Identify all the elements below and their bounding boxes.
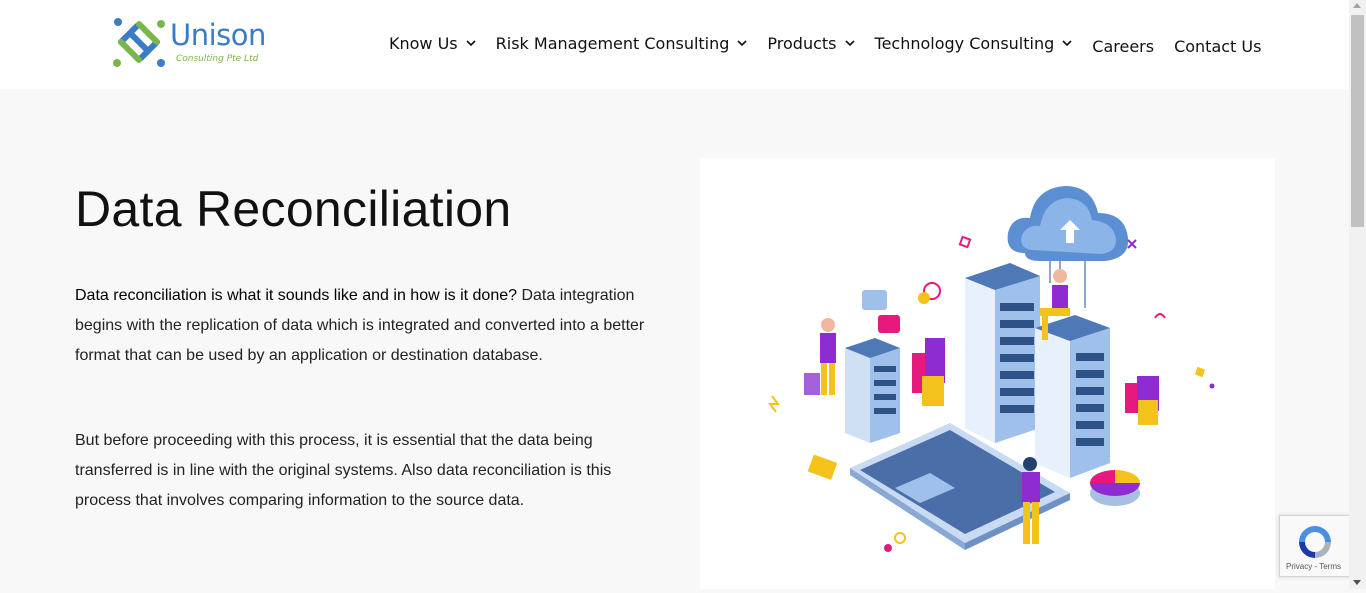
site-header: Unison Consulting Pte Ltd Know Us Risk M… xyxy=(0,0,1349,89)
nav-item-technology-consulting[interactable]: Technology Consulting xyxy=(875,34,1073,53)
nav-item-label: Technology Consulting xyxy=(874,33,1055,53)
vertical-scrollbar[interactable] xyxy=(1349,0,1366,589)
nav-item-products[interactable]: Products xyxy=(767,33,855,53)
chevron-down-icon xyxy=(1062,40,1072,47)
pie-chart-icon xyxy=(1090,470,1140,506)
cloud-icon xyxy=(1007,186,1129,261)
hero-illustration xyxy=(700,158,1275,589)
intro-paragraph: Data reconciliation is what it sounds li… xyxy=(75,281,655,371)
brand-name: Unison xyxy=(170,18,266,52)
nav-item-label: Careers xyxy=(1092,36,1155,56)
person-figure xyxy=(804,318,836,395)
data-center-illustration xyxy=(768,186,1215,552)
scrollbar-thumb[interactable] xyxy=(1351,15,1364,227)
scroll-up-arrow-icon[interactable] xyxy=(1353,3,1361,8)
chevron-down-icon xyxy=(844,40,855,47)
brand-logo[interactable]: Unison Consulting Pte Ltd xyxy=(111,14,281,72)
nav-item-label: Products xyxy=(767,33,837,53)
intro-lead: Data reconciliation is what it sounds li… xyxy=(75,287,518,304)
recaptcha-links: Privacy - Terms xyxy=(1286,562,1341,571)
scroll-down-arrow-icon[interactable] xyxy=(1353,580,1361,585)
brand-tagline: Consulting Pte Ltd xyxy=(176,54,259,64)
nav-item-careers[interactable]: Careers xyxy=(1092,37,1154,56)
chevron-down-icon xyxy=(466,40,476,47)
nav-item-know-us[interactable]: Know Us xyxy=(389,34,476,53)
chevron-down-icon xyxy=(737,40,747,47)
logo-icon xyxy=(113,18,165,67)
nav-item-label: Know Us xyxy=(389,33,458,53)
server-rack xyxy=(965,263,1040,443)
recaptcha-icon xyxy=(1299,526,1331,558)
recaptcha-terms-link[interactable]: Terms xyxy=(1319,562,1341,571)
page-title: Data Reconciliation xyxy=(75,181,512,237)
nav-item-label: Contact Us xyxy=(1174,36,1262,56)
server-rack xyxy=(845,338,900,443)
nav-item-contact-us[interactable]: Contact Us xyxy=(1174,37,1261,56)
recaptcha-badge[interactable]: Privacy - Terms xyxy=(1279,515,1351,577)
main-nav: Know Us Risk Management Consulting Produ… xyxy=(389,30,1261,56)
second-paragraph: But before proceeding with this process,… xyxy=(75,432,612,509)
recaptcha-privacy-link[interactable]: Privacy xyxy=(1286,562,1312,571)
nav-item-risk-management-consulting[interactable]: Risk Management Consulting xyxy=(496,34,748,53)
nav-item-label: Risk Management Consulting xyxy=(495,33,730,53)
